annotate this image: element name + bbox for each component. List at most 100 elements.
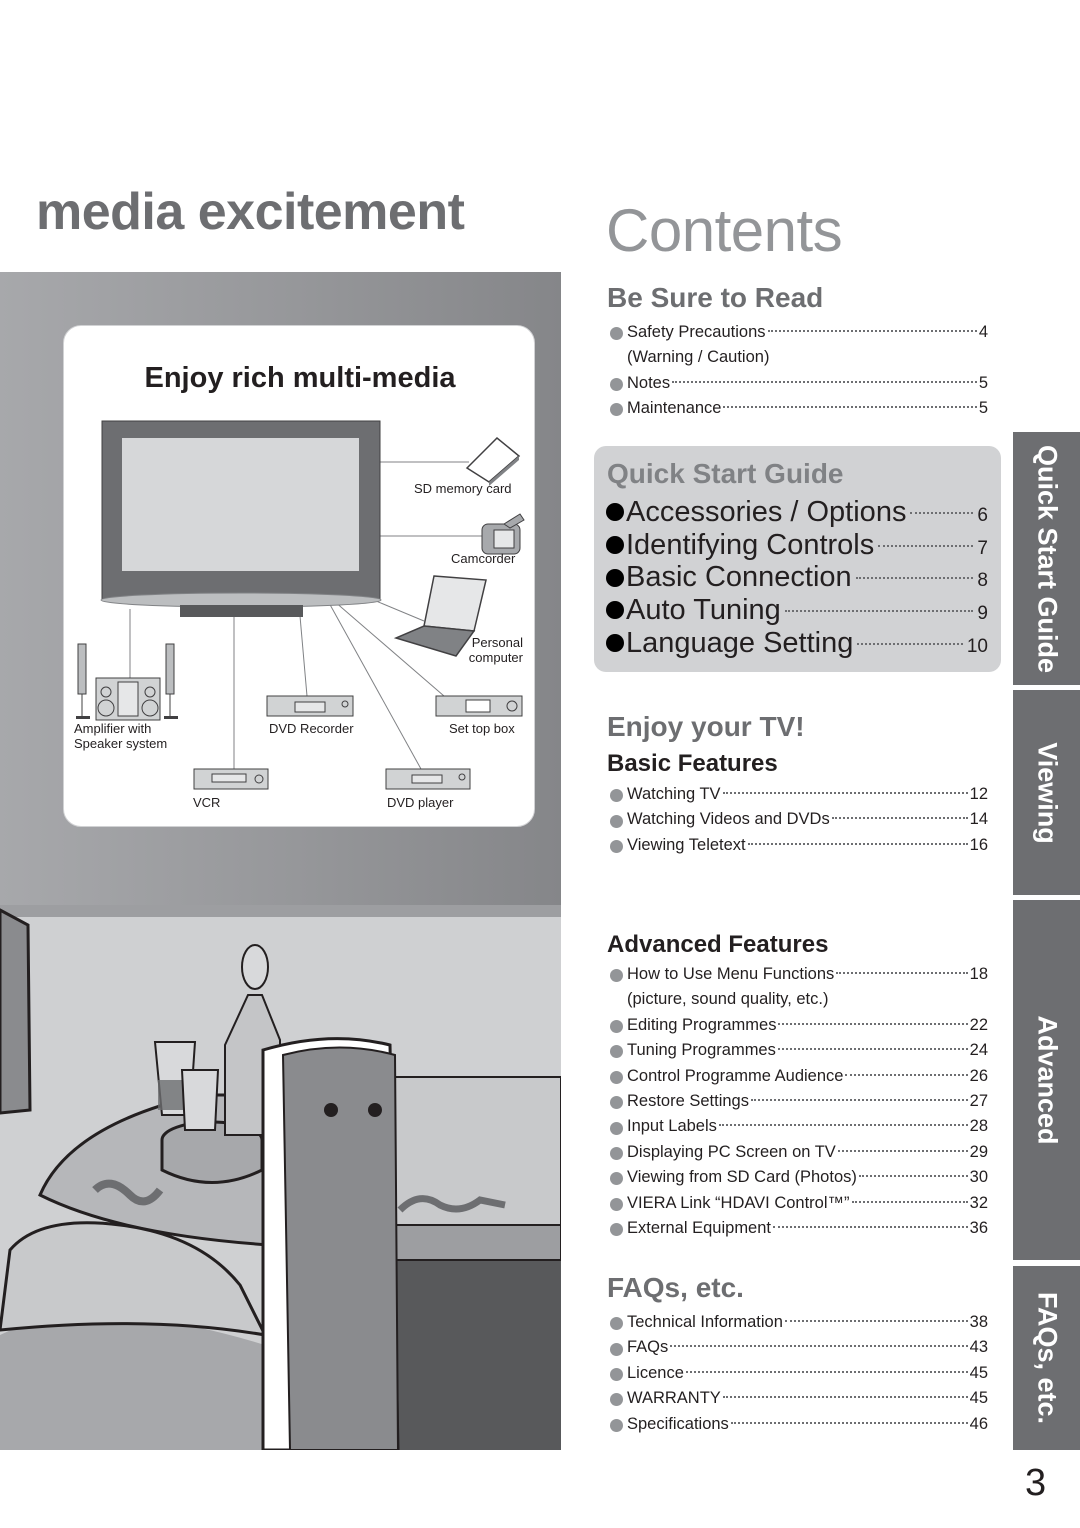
page-ref: 4 xyxy=(978,323,988,341)
dot-leader xyxy=(858,1175,968,1178)
side-tab-faqs[interactable]: FAQs, etc. xyxy=(1013,1266,1080,1450)
page-number: 3 xyxy=(1025,1462,1047,1504)
toc-item-accessories-options[interactable]: Accessories / Options 6 xyxy=(606,496,988,529)
toc-item[interactable]: Restore Settings 27 xyxy=(610,1089,988,1114)
toc-item-notes[interactable]: Notes 5 xyxy=(610,371,988,396)
page-ref: 46 xyxy=(969,1414,988,1433)
dot-leader xyxy=(777,1048,968,1051)
toc-item-auto-tuning[interactable]: Auto Tuning 9 xyxy=(606,594,988,627)
toc-item[interactable]: Tuning Programmes 24 xyxy=(610,1038,988,1063)
page-ref: 9 xyxy=(977,603,988,625)
dot-leader xyxy=(857,642,963,645)
page-ref: 22 xyxy=(969,1015,988,1034)
side-tab-quick-start-guide[interactable]: Quick Start Guide xyxy=(1013,432,1080,685)
toc-item[interactable]: Viewing from SD Card (Photos) 30 xyxy=(610,1165,988,1190)
toc-item-viewing-teletext[interactable]: Viewing Teletext 16 xyxy=(610,833,988,858)
bullet-icon xyxy=(610,1146,623,1160)
section-title-quick-start-guide: Quick Start Guide xyxy=(607,458,844,489)
toc-item[interactable]: WARRANTY 45 xyxy=(610,1386,988,1411)
contents-title: Contents xyxy=(606,197,843,264)
connection-diagram xyxy=(76,420,525,790)
page-ref: 36 xyxy=(969,1218,988,1237)
dot-leader xyxy=(878,544,974,547)
dot-leader xyxy=(855,577,974,580)
toc-item[interactable]: VIERA Link “HDAVI Control™” 32 xyxy=(610,1191,988,1216)
device-label-dvd-player: DVD player xyxy=(387,795,454,810)
dot-leader xyxy=(778,1022,968,1025)
toc-item-safety-precautions[interactable]: Safety Precautions 4 xyxy=(610,320,988,345)
page-ref: 10 xyxy=(966,635,988,657)
dot-leader xyxy=(767,330,977,332)
bullet-icon xyxy=(610,1367,623,1381)
toc-item-watching-videos-dvds[interactable]: Watching Videos and DVDs 14 xyxy=(610,807,988,832)
toc-item[interactable]: External Equipment 36 xyxy=(610,1216,988,1241)
dot-leader xyxy=(670,1345,968,1348)
device-label-personal-computer: Personal computer xyxy=(468,635,523,665)
page-ref: 7 xyxy=(977,537,988,559)
toc-item-continuation: (Warning / Caution) xyxy=(627,348,770,367)
toc-item-label: Tuning Programmes xyxy=(627,1041,776,1060)
toc-item-language-setting[interactable]: Language Setting 10 xyxy=(606,627,988,660)
bullet-icon xyxy=(606,503,624,522)
toc-item[interactable]: Input Labels 28 xyxy=(610,1114,988,1139)
side-tab-viewing[interactable]: Viewing xyxy=(1013,690,1080,895)
toc-item[interactable]: Licence 45 xyxy=(610,1361,988,1386)
bullet-icon xyxy=(610,1045,623,1059)
dvd-recorder-icon xyxy=(266,695,354,717)
device-label-amplifier: Amplifier with Speaker system xyxy=(74,721,168,751)
toc-item[interactable]: Specifications 46 xyxy=(610,1412,988,1437)
toc-item-basic-connection[interactable]: Basic Connection 8 xyxy=(606,561,988,594)
toc-quick-start-guide: Accessories / Options 6 Identifying Cont… xyxy=(606,496,988,659)
toc-item[interactable]: Displaying PC Screen on TV 29 xyxy=(610,1140,988,1165)
bullet-icon xyxy=(610,1121,623,1135)
subsection-title-basic-features: Basic Features xyxy=(607,750,778,777)
dot-leader xyxy=(750,1098,968,1101)
dot-leader xyxy=(836,972,968,974)
toc-item[interactable]: How to Use Menu Functions 18 xyxy=(610,962,988,987)
toc-item-label: External Equipment xyxy=(627,1218,771,1237)
device-label-vcr: VCR xyxy=(193,795,221,810)
media-card: Enjoy rich multi-media SD memory card Ca… xyxy=(63,325,535,827)
side-tab-advanced[interactable]: Advanced xyxy=(1013,900,1080,1260)
bullet-icon xyxy=(610,1393,623,1407)
toc-item[interactable]: FAQs 43 xyxy=(610,1335,988,1360)
toc-item-label: Restore Settings xyxy=(627,1091,749,1110)
dot-leader xyxy=(685,1370,968,1373)
toc-item[interactable]: Technical Information 38 xyxy=(610,1310,988,1335)
toc-advanced-features: How to Use Menu Functions 18 (picture, sou… xyxy=(610,962,988,1241)
toc-item-identifying-controls[interactable]: Identifying Controls 7 xyxy=(606,529,988,562)
vcr-icon xyxy=(193,768,269,790)
toc-item-continuation: (picture, sound quality, etc.) xyxy=(627,990,829,1009)
toc-item[interactable]: Editing Programmes 22 xyxy=(610,1013,988,1038)
toc-item-label: Viewing from SD Card (Photos) xyxy=(627,1168,857,1187)
toc-item-label: VIERA Link “HDAVI Control™” xyxy=(627,1193,850,1212)
page-ref: 29 xyxy=(969,1142,988,1161)
toc-be-sure-to-read: Safety Precautions 4 (Warning / Caution)… xyxy=(610,320,988,422)
dot-leader xyxy=(831,817,968,820)
section-title-faqs: FAQs, etc. xyxy=(607,1272,744,1303)
toc-item-label: Licence xyxy=(627,1363,684,1382)
bullet-icon xyxy=(610,969,623,983)
dot-leader xyxy=(718,1124,968,1127)
camcorder-icon xyxy=(481,513,525,555)
dot-leader xyxy=(723,406,977,409)
toc-item-label: Input Labels xyxy=(627,1117,717,1136)
toc-item-maintenance[interactable]: Maintenance 5 xyxy=(610,396,988,421)
toc-item-watching-tv[interactable]: Watching TV 12 xyxy=(610,782,988,807)
toc-item-label: Displaying PC Screen on TV xyxy=(627,1142,836,1161)
headline: media excitement xyxy=(36,183,465,241)
bullet-icon xyxy=(606,634,624,653)
device-label-camcorder: Camcorder xyxy=(451,551,516,566)
page-ref: 43 xyxy=(969,1338,988,1357)
page-ref: 45 xyxy=(969,1389,988,1408)
set-top-box-icon xyxy=(435,695,523,717)
page-ref: 24 xyxy=(969,1041,988,1060)
bullet-icon xyxy=(610,1342,623,1356)
bullet-icon xyxy=(610,1317,623,1331)
page-ref: 45 xyxy=(969,1363,988,1382)
toc-item[interactable]: Control Programme Audience 26 xyxy=(610,1064,988,1089)
dvd-player-icon xyxy=(385,768,471,790)
dot-leader xyxy=(910,512,974,514)
bullet-icon xyxy=(610,377,623,391)
dot-leader xyxy=(845,1073,968,1076)
